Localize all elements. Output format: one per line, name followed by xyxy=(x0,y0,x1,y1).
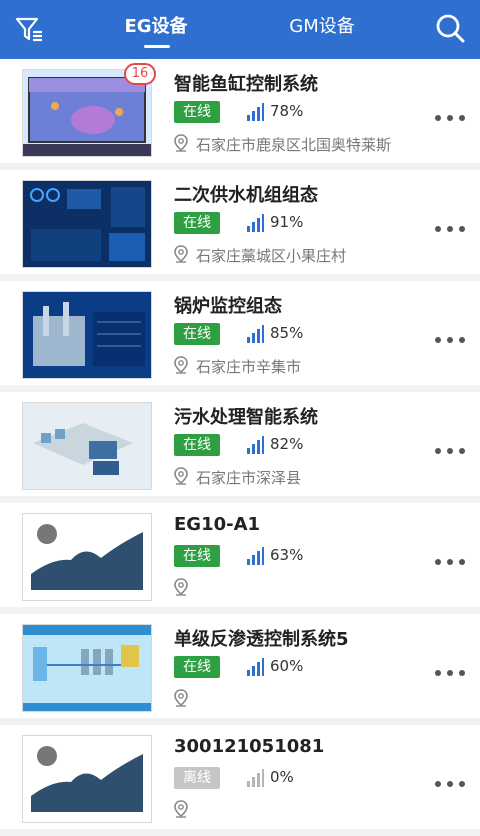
device-thumbnail xyxy=(22,180,152,268)
device-address: 石家庄市鹿泉区北国奥特莱斯 xyxy=(196,136,392,154)
signal-strength-icon xyxy=(246,103,264,121)
signal-strength-value: 91% xyxy=(270,213,304,231)
more-options-icon[interactable] xyxy=(434,773,466,787)
active-tab-indicator xyxy=(144,45,170,48)
signal-strength-icon xyxy=(246,658,264,676)
device-card[interactable]: 单级反渗透控制系统5 在线 60% xyxy=(0,614,480,718)
status-badge: 在线 xyxy=(174,323,220,345)
location-pin-icon xyxy=(174,578,188,596)
device-list: 16 智能鱼缸控制系统 在线 78% 石家庄市鹿泉区北国奥特莱斯二次供水机组组态 在线 91… xyxy=(0,59,480,836)
signal-strength-value: 78% xyxy=(270,102,304,120)
device-card[interactable]: 二次供水机组组态 在线 91% 石家庄藁城区小果庄村 xyxy=(0,170,480,274)
device-address: 石家庄市深泽县 xyxy=(196,469,302,487)
signal-strength-value: 82% xyxy=(270,435,304,453)
alarm-count-badge: 16 xyxy=(124,63,156,85)
device-title: EG10-A1 xyxy=(174,514,261,535)
more-options-icon[interactable] xyxy=(434,329,466,343)
more-options-icon[interactable] xyxy=(434,218,466,232)
device-card[interactable]: EG10-A1 在线 63% xyxy=(0,503,480,607)
device-card[interactable]: 16 智能鱼缸控制系统 在线 78% 石家庄市鹿泉区北国奥特莱斯 xyxy=(0,59,480,163)
device-title: 锅炉监控组态 xyxy=(174,296,282,317)
status-badge: 在线 xyxy=(174,101,220,123)
tab-eg-devices[interactable]: EG设备 xyxy=(110,12,202,42)
signal-strength-value: 63% xyxy=(270,546,304,564)
device-title: 二次供水机组组态 xyxy=(174,185,318,206)
more-options-icon[interactable] xyxy=(434,107,466,121)
location-pin-icon xyxy=(174,245,188,263)
more-options-icon[interactable] xyxy=(434,440,466,454)
top-app-bar: EG设备 GM设备 xyxy=(0,0,480,59)
device-card[interactable]: 300121051081 离线 0% xyxy=(0,725,480,829)
location-pin-icon xyxy=(174,689,188,707)
location-pin-icon xyxy=(174,356,188,374)
signal-strength-icon xyxy=(246,325,264,343)
device-title: 300121051081 xyxy=(174,736,325,757)
device-thumbnail xyxy=(22,513,152,601)
status-badge: 在线 xyxy=(174,545,220,567)
tab-gm-devices[interactable]: GM设备 xyxy=(276,12,368,42)
signal-strength-icon xyxy=(246,769,264,787)
more-options-icon[interactable] xyxy=(434,551,466,565)
signal-strength-icon xyxy=(246,436,264,454)
device-title: 单级反渗透控制系统5 xyxy=(174,629,349,650)
device-thumbnail xyxy=(22,624,152,712)
status-badge: 离线 xyxy=(174,767,220,789)
signal-strength-icon xyxy=(246,547,264,565)
more-options-icon[interactable] xyxy=(434,662,466,676)
location-pin-icon xyxy=(174,134,188,152)
device-address: 石家庄市辛集市 xyxy=(196,358,302,376)
device-title: 智能鱼缸控制系统 xyxy=(174,74,318,95)
device-thumbnail xyxy=(22,402,152,490)
device-thumbnail xyxy=(22,735,152,823)
search-icon[interactable] xyxy=(432,10,468,46)
signal-strength-icon xyxy=(246,214,264,232)
signal-strength-value: 0% xyxy=(270,768,294,786)
device-card[interactable]: 锅炉监控组态 在线 85% 石家庄市辛集市 xyxy=(0,281,480,385)
signal-strength-value: 60% xyxy=(270,657,304,675)
status-badge: 在线 xyxy=(174,434,220,456)
device-address: 石家庄藁城区小果庄村 xyxy=(196,247,347,265)
device-title: 污水处理智能系统 xyxy=(174,407,318,428)
status-badge: 在线 xyxy=(174,656,220,678)
location-pin-icon xyxy=(174,800,188,818)
location-pin-icon xyxy=(174,467,188,485)
status-badge: 在线 xyxy=(174,212,220,234)
device-card[interactable]: 污水处理智能系统 在线 82% 石家庄市深泽县 xyxy=(0,392,480,496)
device-thumbnail xyxy=(22,291,152,379)
filter-icon[interactable] xyxy=(12,12,46,46)
signal-strength-value: 85% xyxy=(270,324,304,342)
